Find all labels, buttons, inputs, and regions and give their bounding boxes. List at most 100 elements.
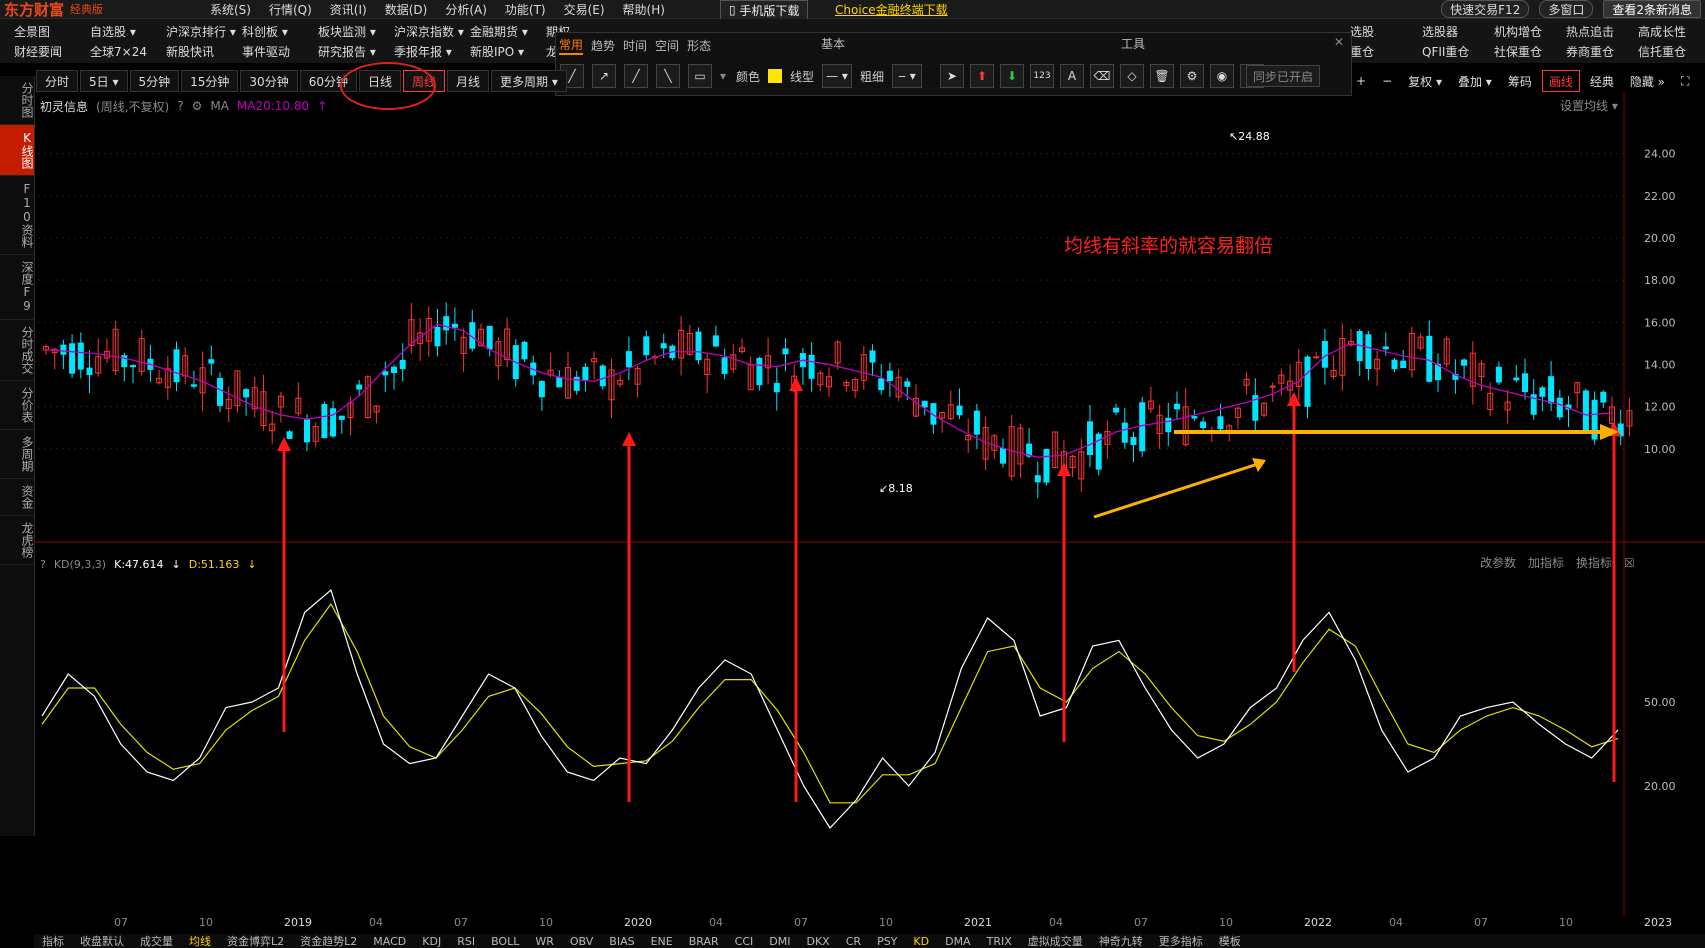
nav-item[interactable]: 研究报告 ▾	[318, 43, 394, 60]
nav-item[interactable]: 新股IPO ▾	[470, 43, 546, 60]
horizontal-line-icon[interactable]: ▭	[688, 64, 712, 88]
nav-item[interactable]: 社保重仓	[1494, 43, 1566, 60]
nav-item[interactable]: QFII重仓	[1422, 43, 1494, 60]
indicator-tab[interactable]: WR	[527, 935, 562, 948]
nav-item[interactable]: 信托重仓	[1638, 43, 1705, 60]
kline-chart[interactable]: 24.00 22.00 20.00 18.00 16.00 14.00 12.00 10.00…	[34, 92, 1705, 916]
multi-window-button[interactable]: 多窗口	[1539, 0, 1594, 18]
menu-news[interactable]: 资讯(I)	[330, 1, 367, 18]
line-type-select[interactable]: — ▾	[822, 64, 853, 88]
eye-icon[interactable]: ◉	[1210, 64, 1234, 88]
draw-line-button[interactable]: 画线	[1541, 70, 1580, 92]
tab-common[interactable]: 常用	[559, 36, 584, 55]
indicator-tab[interactable]: BIAS	[601, 935, 642, 948]
tab-intraday-chart[interactable]: 分时图	[0, 76, 34, 125]
menu-help[interactable]: 帮助(H)	[623, 1, 665, 18]
news-button[interactable]: 查看2条新消息	[1603, 0, 1701, 18]
period-5day[interactable]: 5日 ▾	[80, 70, 128, 92]
tab-depth-f9[interactable]: 深度F9	[0, 255, 34, 320]
tab-funds[interactable]: 资金	[0, 479, 34, 516]
nav-item[interactable]: 财经要闻	[14, 43, 90, 60]
tab-space[interactable]: 空间	[655, 37, 679, 54]
indicator-tab[interactable]: 成交量	[132, 934, 181, 948]
up-arrow-icon[interactable]: ⬆	[970, 64, 994, 88]
number-icon[interactable]: 123	[1030, 64, 1054, 88]
tab-ticks[interactable]: 分时成交	[0, 320, 34, 381]
indicator-tab[interactable]: BOLL	[483, 935, 527, 948]
tab-time[interactable]: 时间	[623, 37, 647, 54]
nav-item[interactable]: 选股器	[1422, 23, 1494, 40]
choice-download-link[interactable]: Choice金融终端下载	[835, 0, 948, 18]
cursor-icon[interactable]: ➤	[940, 64, 964, 88]
indicator-tab[interactable]: MACD	[365, 935, 414, 948]
period-more[interactable]: 更多周期 ▾	[491, 70, 567, 92]
indicator-tab[interactable]: TRIX	[979, 935, 1020, 948]
nav-item[interactable]: 券商重仓	[1566, 43, 1638, 60]
indicator-tab[interactable]: KDJ	[414, 935, 449, 948]
indicator-tab[interactable]: 更多指标	[1151, 934, 1211, 948]
nav-item[interactable]: 全球7×24	[90, 43, 166, 60]
nav-item[interactable]: 沪深京指数 ▾	[394, 23, 470, 40]
indicator-tab[interactable]: 均线	[181, 934, 219, 948]
settings-icon[interactable]: ⚙	[1180, 64, 1204, 88]
tab-multi-period[interactable]: 多周期	[0, 430, 34, 479]
zoom-out-button[interactable]: −	[1376, 71, 1398, 91]
indicator-tab[interactable]: ENE	[643, 935, 681, 948]
nav-item[interactable]: 机构增仓	[1494, 23, 1566, 40]
menu-analysis[interactable]: 分析(A)	[445, 1, 487, 18]
mobile-download-button[interactable]: ▯ 手机版下载	[720, 0, 809, 20]
nav-item[interactable]: 金融期货 ▾	[470, 23, 546, 40]
nav-item[interactable]: 新股快讯	[166, 43, 242, 60]
nav-item[interactable]: 选股	[1350, 23, 1422, 40]
nav-item[interactable]: 沪深京排行 ▾	[166, 23, 242, 40]
chevron-down-icon[interactable]: ▾	[720, 69, 726, 83]
indicator-tab[interactable]: 模板	[1211, 934, 1249, 948]
indicator-tab[interactable]: 资金博弈L2	[219, 934, 292, 948]
classic-button[interactable]: 经典	[1584, 71, 1620, 91]
indicator-tab[interactable]: KD	[905, 935, 937, 948]
nav-item[interactable]: 全景图	[14, 23, 90, 40]
nav-item[interactable]: 板块监测 ▾	[318, 23, 394, 40]
indicator-tab[interactable]: RSI	[449, 935, 483, 948]
menu-system[interactable]: 系统(S)	[210, 1, 251, 18]
overlay-button[interactable]: 叠加 ▾	[1452, 71, 1498, 91]
nav-item[interactable]: 高成长性	[1638, 23, 1705, 40]
nav-item[interactable]: 热点追击	[1566, 23, 1638, 40]
tab-trend[interactable]: 趋势	[591, 37, 615, 54]
eraser-icon[interactable]: ⌫	[1090, 64, 1114, 88]
delete-icon[interactable]: 🗑	[1150, 64, 1174, 88]
indicator-tab[interactable]: 神奇九转	[1091, 934, 1151, 948]
indicator-tab[interactable]: CCI	[727, 935, 762, 948]
menu-function[interactable]: 功能(T)	[505, 1, 546, 18]
indicator-tab[interactable]: PSY	[869, 935, 905, 948]
period-30min[interactable]: 30分钟	[240, 70, 298, 92]
nav-item[interactable]: 季报年报 ▾	[394, 43, 470, 60]
thickness-select[interactable]: ‒ ▾	[892, 64, 923, 88]
period-intraday[interactable]: 分时	[36, 70, 79, 92]
menu-market[interactable]: 行情(Q)	[269, 1, 312, 18]
menu-trade[interactable]: 交易(E)	[564, 1, 605, 18]
period-5min[interactable]: 5分钟	[129, 70, 180, 92]
indicator-tab[interactable]: BRAR	[681, 935, 727, 948]
clear-icon[interactable]: ◇	[1120, 64, 1144, 88]
chips-button[interactable]: 筹码	[1502, 71, 1538, 91]
down-arrow-icon[interactable]: ⬇	[1000, 64, 1024, 88]
zoom-in-button[interactable]: +	[1350, 71, 1372, 91]
indicator-tab[interactable]: OBV	[562, 935, 601, 948]
ray-icon[interactable]: ↗	[592, 64, 616, 88]
color-swatch[interactable]	[768, 69, 783, 83]
adjust-button[interactable]: 复权 ▾	[1402, 71, 1448, 91]
down-line-icon[interactable]: ╲	[656, 64, 680, 88]
tab-kline-chart[interactable]: K线图	[0, 125, 34, 176]
nav-item[interactable]: 事件驱动	[242, 43, 318, 60]
indicator-tab[interactable]: CR	[838, 935, 869, 948]
nav-item[interactable]: 科创板 ▾	[242, 23, 318, 40]
period-15min[interactable]: 15分钟	[181, 70, 239, 92]
tab-price-table[interactable]: 分价表	[0, 381, 34, 430]
hide-button[interactable]: 隐藏 »	[1624, 71, 1671, 91]
indicator-tab[interactable]: DMI	[761, 935, 798, 948]
text-icon[interactable]: A	[1060, 64, 1084, 88]
nav-item[interactable]: 自选股 ▾	[90, 23, 166, 40]
tab-dragon-tiger[interactable]: 龙虎榜	[0, 516, 34, 565]
close-icon[interactable]: ✕	[1334, 35, 1344, 49]
